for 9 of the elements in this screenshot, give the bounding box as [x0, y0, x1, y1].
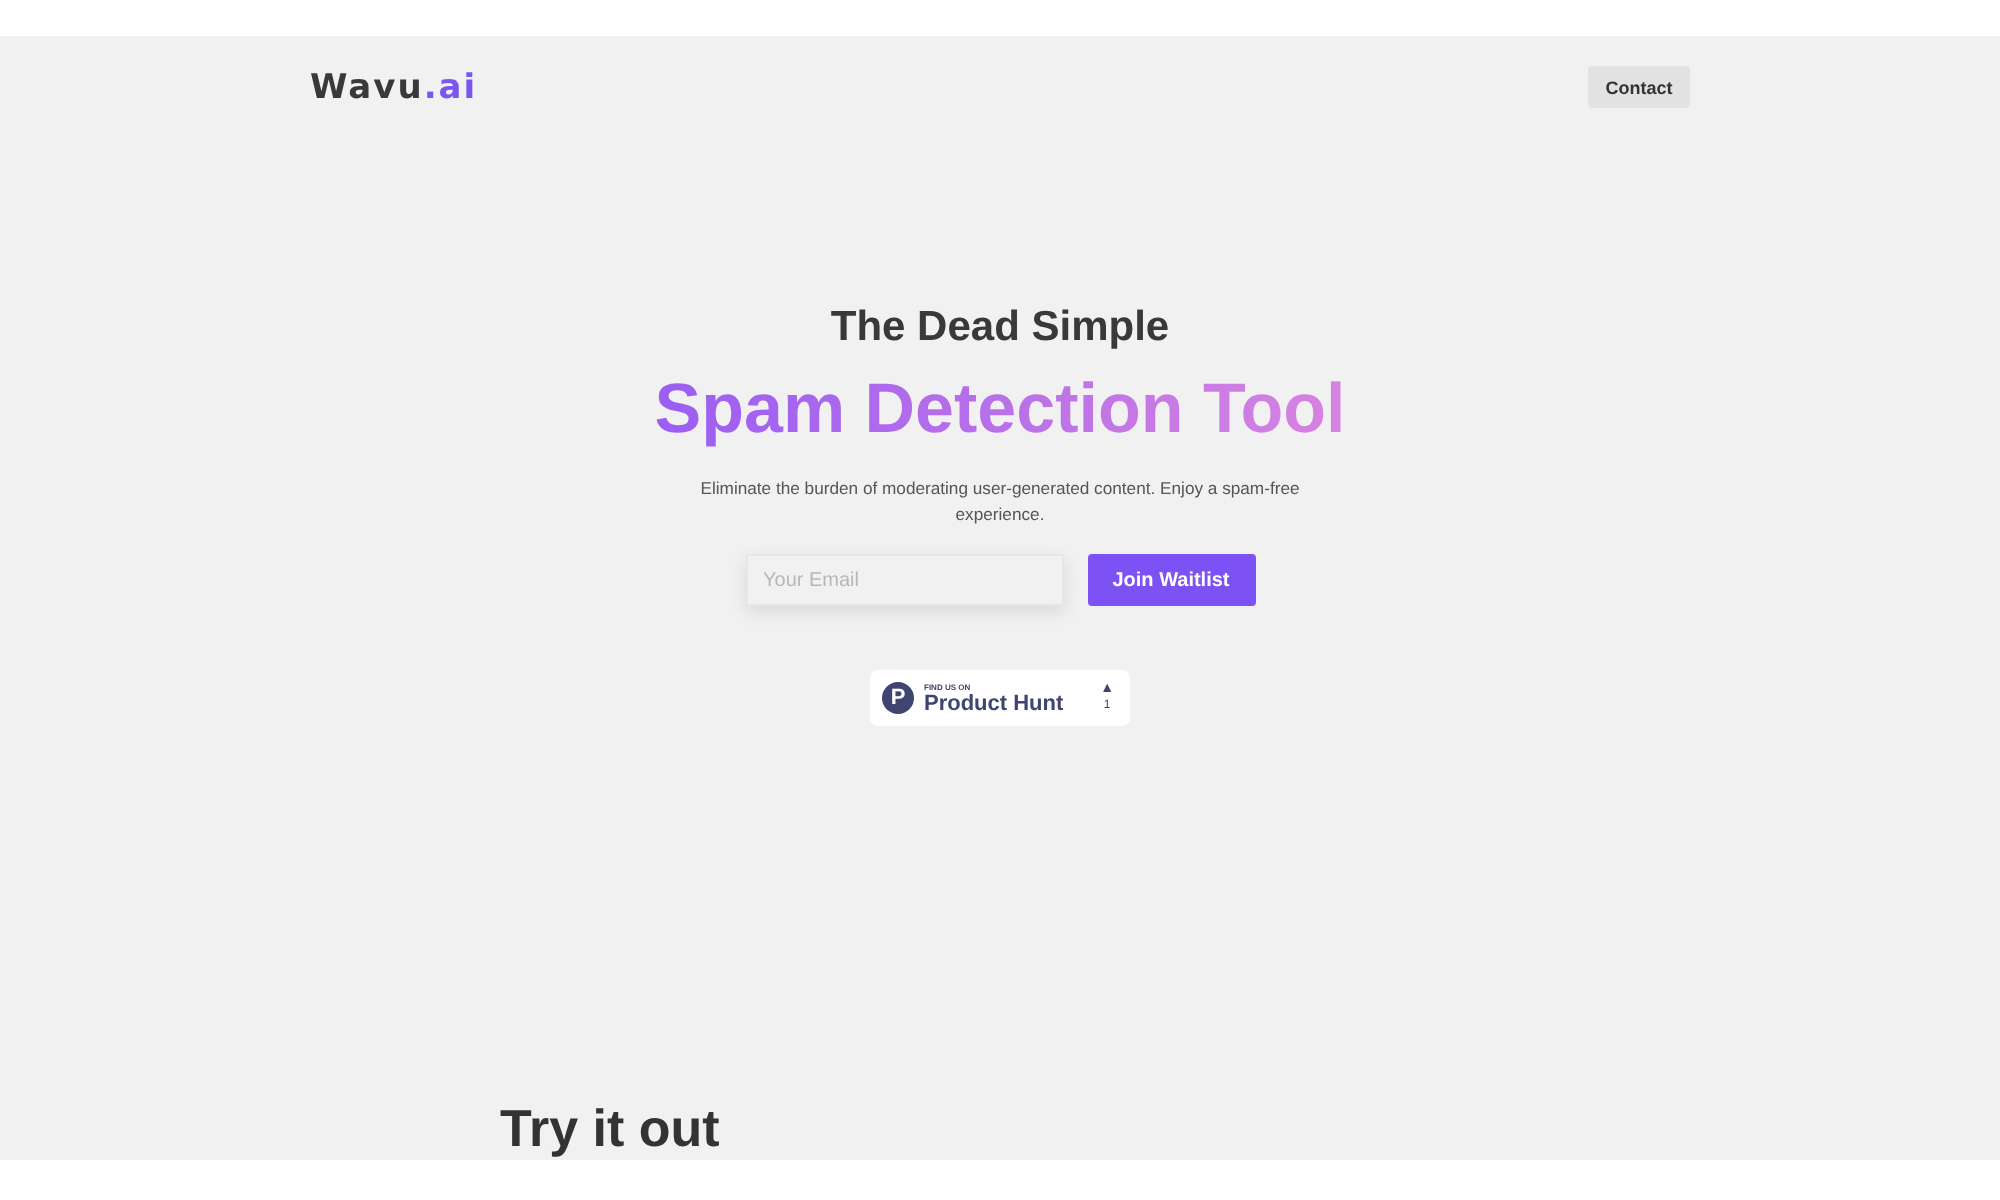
product-hunt-logo: P	[882, 682, 914, 714]
badge-name: Product Hunt	[924, 691, 1066, 715]
tagline: The Dead Simple	[830, 302, 1170, 354]
description: Eliminate the burden of moderating user-generated content. Enjoy a spam-free experience.	[700, 476, 1300, 526]
section-heading: Try it out	[500, 1098, 722, 1160]
contact-button[interactable]: Contact	[1588, 66, 1690, 108]
email-field[interactable]: Your Email	[745, 554, 1063, 606]
join-waitlist-button[interactable]: Join Waitlist	[1087, 554, 1255, 606]
logo[interactable]: Wavu.ai	[310, 68, 478, 108]
